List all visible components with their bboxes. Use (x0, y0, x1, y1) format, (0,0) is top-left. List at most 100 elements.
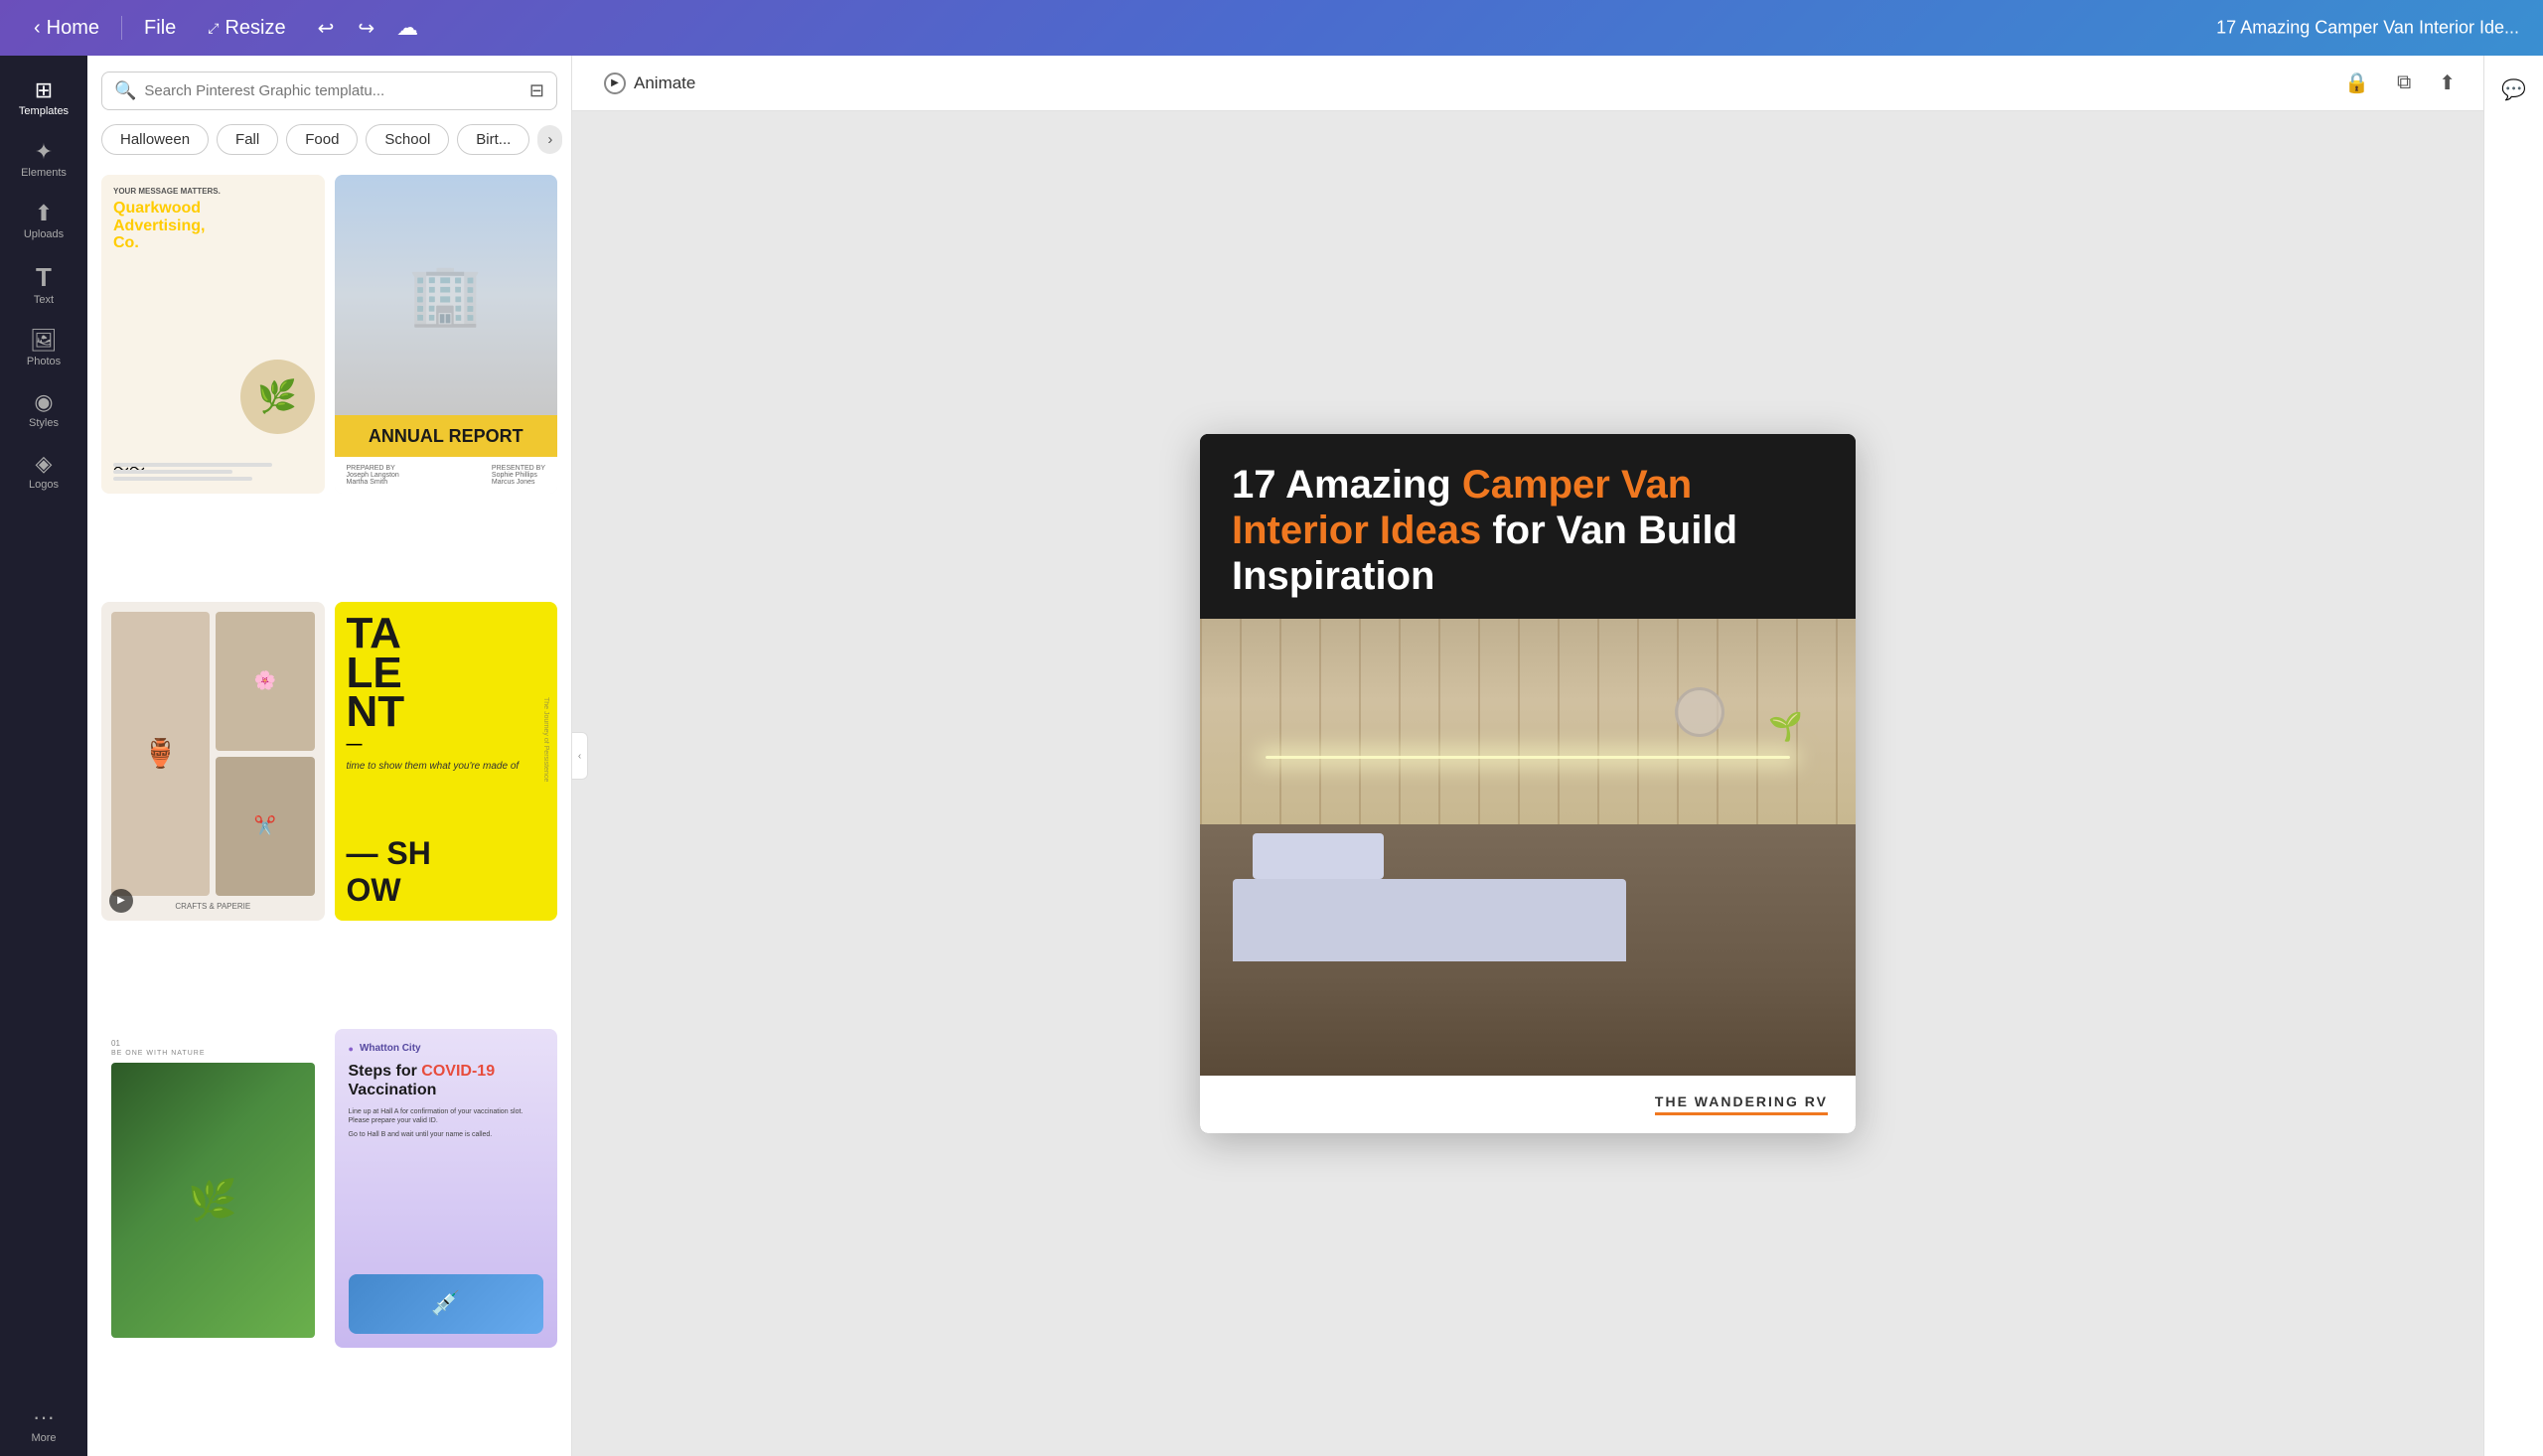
topbar: ‹ Home File ⤢ Resize ↩ ↪ ☁ 17 Amazing Ca… (0, 0, 2543, 56)
sidebar-styles-label: Styles (29, 417, 59, 429)
card-nature-image: 🌿 (111, 1063, 315, 1338)
van-pillow (1253, 833, 1384, 879)
search-box: 🔍 ⊟ (101, 72, 557, 110)
sidebar-templates-label: Templates (19, 105, 69, 117)
pin-card-photo: 🌱 (1200, 619, 1856, 1076)
sidebar-item-uploads[interactable]: ⬆ Uploads (0, 193, 87, 250)
animate-label: Animate (634, 73, 695, 93)
pin-brand-underline (1655, 1112, 1828, 1115)
file-button[interactable]: File (134, 11, 186, 46)
file-label: File (144, 17, 176, 40)
main-layout: ⊞ Templates ✦ Elements ⬆ Uploads T Text … (0, 56, 2543, 1456)
copy-button[interactable]: ⧉ (2389, 66, 2419, 100)
template-card-crafts[interactable]: 🏺 🌸 ✂️ CRAFTS & PAPERIE ▶ (101, 602, 325, 921)
card-vaccine-image: 💉 (349, 1274, 544, 1334)
chip-halloween[interactable]: Halloween (101, 124, 209, 155)
template-card-talent[interactable]: TALENT — time to show them what you're m… (335, 602, 558, 921)
canvas-toolbar: ▶ Animate 🔒 ⧉ ⬆ (572, 56, 2483, 111)
canvas-content[interactable]: 17 Amazing Camper Van Interior Ideas for… (572, 111, 2483, 1456)
card-talent-dash-row: — (347, 736, 546, 754)
canvas-area: ▶ Animate 🔒 ⧉ ⬆ 17 Amazing Camper Van In… (572, 56, 2483, 1456)
filter-chips: Halloween Fall Food School Birt... › (87, 120, 571, 165)
pin-brand-container: THE WANDERING RV (1655, 1093, 1828, 1115)
elements-icon: ✦ (35, 141, 53, 163)
van-plant: 🌱 (1768, 710, 1803, 743)
chevron-left-icon: ‹ (34, 17, 41, 40)
sidebar-item-more[interactable]: ··· More (0, 1396, 87, 1454)
cloud-save-icon: ☁ (396, 15, 418, 41)
template-card-annual[interactable]: 🏢 ANNUAL REPORT PREPARED BYJoseph Langst… (335, 175, 558, 494)
pin-card-title: 17 Amazing Camper Van Interior Ideas for… (1232, 462, 1824, 599)
van-interior-scene: 🌱 (1200, 619, 1856, 1076)
card-crafts-photo-3: ✂️ (216, 757, 314, 896)
van-light-strip (1266, 756, 1790, 759)
template-grid: YOUR MESSAGE MATTERS. QuarkwoodAdvertisi… (87, 165, 571, 1456)
resize-icon: ⤢ (208, 20, 219, 37)
filter-icon[interactable]: ⊟ (529, 80, 544, 101)
logos-icon: ◈ (36, 453, 53, 475)
card-ad-title: QuarkwoodAdvertising,Co. (113, 200, 313, 252)
sidebar-item-templates[interactable]: ⊞ Templates (0, 70, 87, 127)
styles-icon: ◉ (34, 391, 53, 413)
play-button[interactable]: ▶ (109, 889, 133, 913)
chip-fall[interactable]: Fall (217, 124, 278, 155)
card-ad-circle: 🌿 (240, 360, 315, 434)
lock-button[interactable]: 🔒 (2336, 65, 2377, 101)
search-area: 🔍 ⊟ (87, 56, 571, 120)
hide-panel-button[interactable]: ‹ (572, 732, 588, 780)
card-annual-footer: PREPARED BYJoseph LangstonMartha Smith P… (335, 457, 558, 494)
more-icon: ··· (33, 1406, 55, 1428)
card-ad-lines (113, 463, 313, 484)
home-button[interactable]: ‹ Home (24, 11, 109, 46)
redo-button[interactable]: ↪ (348, 10, 384, 47)
templates-icon: ⊞ (35, 79, 53, 101)
card-talent-show: — SHOW (347, 835, 546, 909)
pin-brand-name: THE WANDERING RV (1655, 1093, 1828, 1109)
resize-label: Resize (224, 17, 285, 40)
sidebar-elements-label: Elements (21, 167, 67, 179)
divider (121, 16, 122, 40)
card-ad-tagline: YOUR MESSAGE MATTERS. (113, 187, 313, 196)
sidebar-item-photos[interactable]: 🖼 Photos (0, 320, 87, 377)
sidebar-item-logos[interactable]: ◈ Logos (0, 443, 87, 501)
search-input[interactable] (144, 82, 521, 99)
card-crafts-photos: 🏺 🌸 ✂️ (111, 612, 315, 896)
card-crafts-photo-2: 🌸 (216, 612, 314, 751)
sidebar-item-text[interactable]: T Text (0, 254, 87, 316)
chip-school[interactable]: School (366, 124, 449, 155)
sidebar-item-styles[interactable]: ◉ Styles (0, 381, 87, 439)
photos-icon: 🖼 (30, 330, 58, 352)
templates-panel: 🔍 ⊟ Halloween Fall Food School Birt... ›… (87, 56, 572, 1456)
template-card-ad[interactable]: YOUR MESSAGE MATTERS. QuarkwoodAdvertisi… (101, 175, 325, 494)
card-talent-text: TALENT (347, 614, 546, 732)
pin-card-footer: THE WANDERING RV (1200, 1076, 1856, 1133)
card-annual-title: ANNUAL REPORT (351, 427, 542, 445)
home-label: Home (47, 17, 99, 40)
pinterest-card: 17 Amazing Camper Van Interior Ideas for… (1200, 434, 1856, 1133)
card-talent-subtitle: time to show them what you're made of (347, 760, 546, 774)
chip-scroll-right[interactable]: › (537, 125, 562, 154)
redo-icon: ↪ (358, 16, 374, 41)
uploads-icon: ⬆ (35, 203, 53, 224)
card-crafts-brand: CRAFTS & PAPERIE (111, 902, 315, 911)
chip-birthday[interactable]: Birt... (457, 124, 529, 155)
card-vaccine-title: Steps for COVID-19 Vaccination (349, 1062, 544, 1099)
card-vaccine-org: Whatton City (360, 1043, 421, 1054)
card-annual-image: 🏢 (335, 175, 558, 415)
card-talent-side-text: The Journey of Persistence (542, 697, 549, 921)
template-card-vaccine[interactable]: ● Whatton City Steps for COVID-19 Vaccin… (335, 1029, 558, 1348)
sidebar-more-label: More (31, 1432, 56, 1444)
undo-icon: ↩ (318, 16, 335, 41)
sidebar-logos-label: Logos (29, 479, 59, 491)
undo-button[interactable]: ↩ (308, 10, 345, 47)
pin-card-header: 17 Amazing Camper Van Interior Ideas for… (1200, 434, 1856, 619)
document-title: 17 Amazing Camper Van Interior Ide... (2216, 18, 2519, 39)
share-button[interactable]: ⬆ (2431, 65, 2464, 101)
sidebar-item-elements[interactable]: ✦ Elements (0, 131, 87, 189)
comment-button[interactable]: 💬 (2492, 68, 2536, 111)
pin-title-start: 17 Amazing (1232, 463, 1462, 507)
resize-button[interactable]: ⤢ Resize (198, 11, 295, 46)
chip-food[interactable]: Food (286, 124, 358, 155)
animate-button[interactable]: ▶ Animate (592, 67, 707, 100)
template-card-nature[interactable]: 01 BE ONE WITH NATURE 🌿 (101, 1029, 325, 1348)
